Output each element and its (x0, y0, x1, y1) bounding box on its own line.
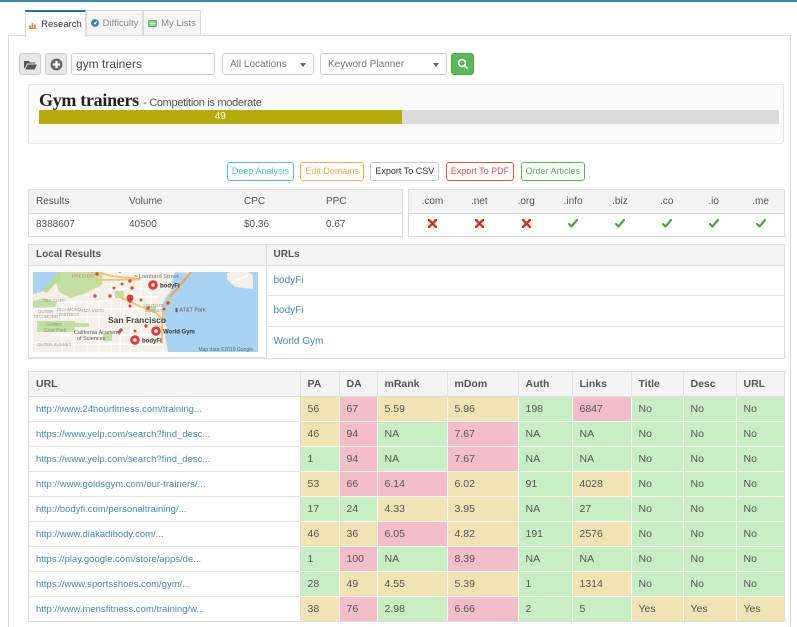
svg-text:▮ AT&T Park: ▮ AT&T Park (175, 307, 206, 313)
svg-text:SEA CLIFF: SEA CLIFF (43, 298, 65, 303)
svg-text:OUTER SUNSET: OUTER SUNSET (37, 342, 72, 347)
svg-text:of Sciences: of Sciences (77, 336, 106, 342)
svg-text:San Francisco: San Francisco (108, 315, 166, 325)
svg-text:bodyFi: bodyFi (160, 283, 180, 289)
svg-text:bodyFi: bodyFi (142, 338, 162, 344)
svg-text:MARKET: MARKET (145, 308, 163, 313)
svg-text:RICHMOND: RICHMOND (34, 314, 58, 319)
svg-text:Map data ©2019 Google: Map data ©2019 Google (198, 346, 253, 352)
svg-text:≈ Lombard Street: ≈ Lombard Street (134, 274, 179, 280)
svg-text:DISTRICT: DISTRICT (59, 312, 80, 317)
svg-text:PRESIDIO: PRESIDIO (72, 273, 96, 278)
svg-text:Gate Park: Gate Park (44, 328, 67, 334)
svg-text:ANZA VISTA: ANZA VISTA (79, 308, 104, 313)
svg-text:World Gym: World Gym (163, 329, 195, 335)
